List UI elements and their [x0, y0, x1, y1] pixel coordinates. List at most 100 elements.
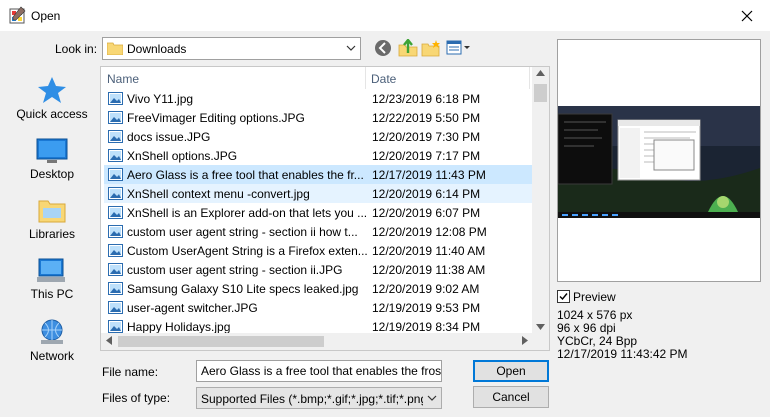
file-type-value: Supported Files (*.bmp;*.gif;*.jpg;*.tif… — [201, 392, 423, 406]
file-row[interactable]: Aero Glass is a free tool that enables t… — [104, 165, 532, 184]
horizontal-scroll-thumb[interactable] — [118, 336, 324, 347]
place-desktop[interactable]: Desktop — [10, 138, 94, 181]
preview-checkbox[interactable] — [557, 290, 570, 303]
file-row[interactable]: Custom UserAgent String is a Firefox ext… — [104, 241, 532, 260]
open-button[interactable]: Open — [473, 360, 549, 382]
title-bar: Open — [0, 0, 770, 31]
file-type-select[interactable]: Supported Files (*.bmp;*.gif;*.jpg;*.tif… — [196, 387, 442, 409]
file-row[interactable]: XnShell is an Explorer add-on that lets … — [104, 203, 532, 222]
place-label: This PC — [30, 287, 74, 301]
file-name-cell: Vivo Y11.jpg — [127, 92, 194, 106]
file-name-input[interactable]: Aero Glass is a free tool that enables t… — [196, 360, 442, 382]
cancel-button[interactable]: Cancel — [473, 386, 549, 408]
file-date-cell: 12/19/2019 8:34 PM — [372, 320, 481, 334]
image-file-icon — [108, 301, 123, 314]
image-file-icon — [108, 320, 123, 333]
file-date-cell: 12/20/2019 7:30 PM — [372, 130, 481, 144]
folder-icon — [107, 42, 123, 55]
column-header-date[interactable]: Date — [371, 72, 396, 86]
place-quick-access[interactable]: Quick access — [10, 76, 94, 121]
column-divider[interactable] — [365, 67, 366, 89]
image-color-info: YCbCr, 24 Bpp — [557, 334, 638, 348]
file-type-label: Files of type: — [102, 391, 171, 405]
file-name-cell: Aero Glass is a free tool that enables t… — [127, 168, 364, 182]
file-name-cell: FreeVimager Editing options.JPG — [127, 111, 305, 125]
file-row[interactable]: custom user agent string - section ii ho… — [104, 222, 532, 241]
image-size-info: 1024 x 576 px — [557, 308, 633, 322]
file-date-cell: 12/20/2019 12:08 PM — [372, 225, 487, 239]
place-label: Desktop — [29, 167, 75, 181]
new-folder-button[interactable] — [421, 39, 441, 59]
image-timestamp-info: 12/17/2019 11:43:42 PM — [557, 347, 688, 361]
column-divider[interactable] — [529, 67, 530, 89]
column-headers: Name Date — [101, 67, 533, 89]
scroll-up-arrow-icon[interactable] — [536, 70, 545, 76]
look-in-combo[interactable]: Downloads — [102, 37, 361, 60]
app-icon — [9, 6, 26, 24]
checkmark-icon — [559, 293, 568, 301]
look-in-label: Look in: — [55, 42, 98, 56]
image-file-icon — [108, 130, 123, 143]
image-file-icon — [108, 225, 123, 238]
file-row[interactable]: XnShell context menu -convert.jpg 12/20/2… — [104, 184, 532, 203]
scroll-left-arrow-icon[interactable] — [106, 336, 112, 345]
preview-label[interactable]: Preview — [573, 290, 616, 304]
file-name-cell: Samsung Galaxy S10 Lite specs leaked.jpg — [127, 282, 359, 296]
this-pc-icon — [37, 258, 65, 282]
scroll-down-arrow-icon[interactable] — [536, 324, 545, 330]
preview-pane — [557, 39, 761, 282]
file-row[interactable]: custom user agent string - section ii.JP… — [104, 260, 532, 279]
file-name-cell: docs issue.JPG — [127, 130, 211, 144]
window-title: Open — [31, 9, 61, 23]
place-this-pc[interactable]: This PC — [10, 258, 94, 301]
file-date-cell: 12/20/2019 7:17 PM — [372, 149, 481, 163]
horizontal-scrollbar[interactable] — [101, 333, 533, 350]
places-bar: Quick access Desktop Libraries This PC N… — [10, 66, 94, 366]
scroll-right-arrow-icon[interactable] — [522, 336, 528, 345]
file-row[interactable]: Vivo Y11.jpg 12/23/2019 6:18 PM — [104, 89, 532, 108]
close-button[interactable] — [724, 0, 770, 31]
file-row[interactable]: user-agent switcher.JPG 12/19/2019 9:53 P… — [104, 298, 532, 317]
column-header-name[interactable]: Name — [107, 72, 139, 86]
new-folder-icon — [421, 40, 440, 57]
file-row[interactable]: XnShell options.JPG 12/20/2019 7:17 PM — [104, 146, 532, 165]
look-in-value: Downloads — [127, 42, 187, 56]
scroll-corner — [532, 333, 549, 350]
file-name-cell: custom user agent string - section ii ho… — [127, 225, 358, 239]
image-file-icon — [108, 92, 123, 105]
image-dpi-info: 96 x 96 dpi — [557, 321, 616, 335]
file-date-cell: 12/19/2019 9:53 PM — [372, 301, 481, 315]
file-row[interactable]: FreeVimager Editing options.JPG 12/22/201… — [104, 108, 532, 127]
views-menu-button[interactable] — [446, 39, 472, 59]
file-name-cell: XnShell options.JPG — [127, 149, 238, 163]
file-date-cell: 12/17/2019 11:43 PM — [372, 168, 486, 182]
vertical-scroll-thumb[interactable] — [534, 84, 547, 102]
up-folder-icon — [398, 38, 418, 57]
file-row[interactable]: docs issue.JPG 12/20/2019 7:30 PM — [104, 127, 532, 146]
file-name-cell: custom user agent string - section ii.JP… — [127, 263, 343, 277]
up-folder-button[interactable] — [398, 38, 418, 59]
quick-access-star-icon — [38, 77, 66, 103]
image-file-icon — [108, 282, 123, 295]
desktop-icon — [36, 138, 68, 163]
place-network[interactable]: Network — [10, 318, 94, 363]
image-file-icon — [108, 206, 123, 219]
libraries-icon — [38, 200, 66, 223]
file-list[interactable]: Name Date Vivo Y11.jpg 12/23/2019 6:18 PM… — [100, 66, 550, 351]
image-file-icon — [108, 187, 123, 200]
image-file-icon — [108, 263, 123, 276]
file-date-cell: 12/23/2019 6:18 PM — [372, 92, 481, 106]
file-date-cell: 12/20/2019 6:14 PM — [372, 187, 481, 201]
views-menu-icon — [446, 40, 470, 55]
file-name-cell: XnShell is an Explorer add-on that lets … — [127, 206, 367, 220]
vertical-scrollbar[interactable] — [532, 67, 549, 333]
file-name-cell: Happy Holidays.jpg — [127, 320, 231, 334]
file-date-cell: 12/20/2019 11:40 AM — [372, 244, 486, 258]
file-row[interactable]: Samsung Galaxy S10 Lite specs leaked.jpg… — [104, 279, 532, 298]
place-libraries[interactable]: Libraries — [10, 198, 94, 241]
network-icon — [41, 319, 63, 344]
chevron-down-icon — [427, 395, 437, 401]
back-button[interactable] — [374, 39, 394, 59]
image-file-icon — [108, 244, 123, 257]
image-file-icon — [108, 168, 123, 181]
